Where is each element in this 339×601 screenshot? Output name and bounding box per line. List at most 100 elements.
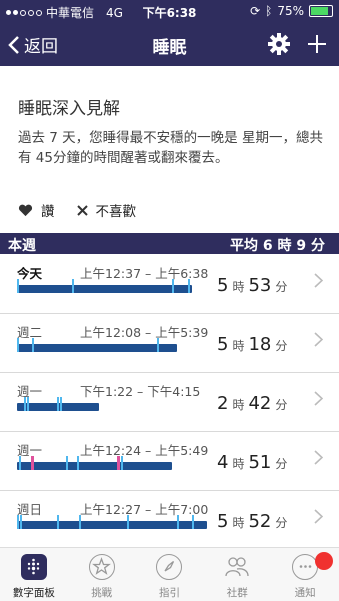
duration-hours: 4 <box>217 452 229 473</box>
minutes-unit: 分 <box>275 516 288 530</box>
awake-tick <box>177 515 179 529</box>
nav-bar: 返回 睡眠 <box>0 22 339 66</box>
like-button[interactable]: 讚 <box>18 200 55 220</box>
duration-minutes: 42 <box>248 393 272 414</box>
minutes-unit: 分 <box>275 457 288 471</box>
row-day: 週二 <box>17 325 43 340</box>
tab-dashboard[interactable]: 數字面板 <box>0 548 68 601</box>
tab-label: 通知 <box>294 587 316 599</box>
awake-tick <box>57 397 59 411</box>
hours-unit: 時 <box>232 280 245 294</box>
insight-title: 睡眠深入見解 <box>18 99 120 119</box>
awake-tick <box>17 515 19 529</box>
duration-minutes: 51 <box>248 452 272 473</box>
hours-unit: 時 <box>232 457 245 471</box>
awake-tick <box>121 456 123 470</box>
duration-hours: 5 <box>217 511 229 532</box>
add-button[interactable] <box>307 28 327 59</box>
battery-percent: 75% <box>277 4 304 18</box>
sleep-row-3[interactable]: 週一 上午12:24 – 上午5:49 4 時 51 分 <box>0 432 339 491</box>
awake-tick <box>192 515 194 529</box>
star-icon <box>88 554 115 580</box>
sleep-row-1[interactable]: 週二 上午12:08 – 上午5:39 5 時 18 分 <box>0 314 339 373</box>
tab-label: 社群 <box>226 587 248 599</box>
row-duration: 2 時 42 分 <box>217 393 291 414</box>
awake-tick <box>19 456 21 470</box>
awake-tick <box>172 279 174 293</box>
week-label: 本週 <box>8 238 36 254</box>
status-right: ⟳ ᛒ 75% <box>250 4 333 18</box>
sleep-row-2[interactable]: 週一 下午1:22 – 下午4:15 2 時 42 分 <box>0 373 339 432</box>
chevron-right-icon <box>314 391 323 406</box>
chevron-right-icon <box>314 509 323 524</box>
awake-tick <box>24 397 26 411</box>
awake-tick <box>72 279 74 293</box>
minutes-unit: 分 <box>275 339 288 353</box>
row-time-range: 上午12:24 – 上午5:49 <box>80 443 209 458</box>
awake-tick <box>32 338 34 352</box>
like-label: 讚 <box>41 204 55 220</box>
hours-unit: 時 <box>232 398 245 412</box>
restless-tick <box>31 456 34 470</box>
row-duration: 5 時 18 分 <box>217 334 291 355</box>
row-day: 週一 <box>17 384 43 399</box>
awake-tick <box>66 456 68 470</box>
duration-hours: 2 <box>217 393 229 414</box>
sleep-bar <box>17 279 192 293</box>
feedback-actions: 讚 不喜歡 <box>18 200 136 220</box>
row-day: 今天 <box>17 266 43 281</box>
row-time-range: 上午12:27 – 上午7:00 <box>80 502 209 517</box>
week-header: 本週 平均 6 時 9 分 <box>0 233 339 254</box>
dislike-button[interactable]: 不喜歡 <box>76 200 137 220</box>
awake-tick <box>60 397 62 411</box>
gear-icon[interactable] <box>267 32 291 60</box>
sleep-bar <box>17 338 177 352</box>
tab-notifications[interactable]: 通知 <box>271 548 339 601</box>
tab-bar: 數字面板 挑戰 指引 社群 通知 <box>0 547 339 601</box>
dashboard-icon <box>20 554 47 580</box>
duration-minutes: 18 <box>248 334 272 355</box>
tab-label: 指引 <box>158 587 180 599</box>
chevron-right-icon <box>314 450 323 465</box>
plus-icon <box>308 35 326 53</box>
minutes-unit: 分 <box>275 280 288 294</box>
chevron-right-icon <box>314 332 323 347</box>
row-duration: 5 時 53 分 <box>217 275 291 296</box>
row-duration: 4 時 51 分 <box>217 452 291 473</box>
status-bar: 中華電信 4G 下午6:38 ⟳ ᛒ 75% <box>0 0 339 22</box>
sleep-row-0[interactable]: 今天 上午12:37 – 上午6:38 5 時 53 分 <box>0 255 339 314</box>
sleep-bar <box>17 456 172 470</box>
awake-tick <box>20 515 22 529</box>
tab-community[interactable]: 社群 <box>203 548 271 601</box>
hours-unit: 時 <box>232 339 245 353</box>
awake-tick <box>188 279 190 293</box>
chevron-right-icon <box>314 273 323 288</box>
tab-challenges[interactable]: 挑戰 <box>68 548 136 601</box>
row-time-range: 上午12:08 – 上午5:39 <box>80 325 209 340</box>
heart-icon <box>18 204 33 216</box>
rotation-lock-icon: ⟳ <box>250 4 261 18</box>
dislike-label: 不喜歡 <box>95 204 137 220</box>
minutes-unit: 分 <box>275 398 288 412</box>
awake-tick <box>17 338 19 352</box>
tab-label: 挑戰 <box>91 587 113 599</box>
sleep-row-4[interactable]: 週日 上午12:27 – 上午7:00 5 時 52 分 <box>0 491 339 550</box>
tab-label: 數字面板 <box>12 587 55 599</box>
awake-tick <box>79 515 81 529</box>
close-icon <box>76 204 88 216</box>
chat-icon <box>292 554 319 580</box>
compass-icon <box>156 554 183 580</box>
tab-guidance[interactable]: 指引 <box>136 548 204 601</box>
duration-hours: 5 <box>217 275 229 296</box>
battery-icon <box>309 5 333 17</box>
insight-body: 過去 7 天，您睡得最不安穩的一晚是 星期一，總共有 45分鐘的時間醒著或翻來覆… <box>18 130 323 166</box>
notification-badge <box>314 552 333 570</box>
awake-tick <box>57 515 59 529</box>
week-average: 平均 6 時 9 分 <box>230 238 325 254</box>
row-duration: 5 時 52 分 <box>217 511 291 532</box>
bluetooth-icon: ᛒ <box>265 4 273 18</box>
row-time-range: 下午1:22 – 下午4:15 <box>80 384 201 399</box>
sleep-bar <box>17 397 99 411</box>
duration-minutes: 53 <box>248 275 272 296</box>
duration-minutes: 52 <box>248 511 272 532</box>
